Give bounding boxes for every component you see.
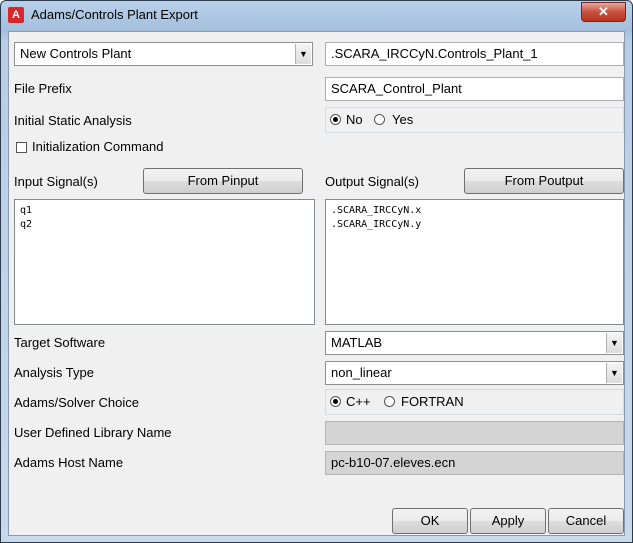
input-signals-list[interactable]: q1 q2	[14, 199, 315, 325]
target-software-label: Target Software	[14, 335, 106, 350]
radio-no-label[interactable]: No	[346, 112, 363, 127]
input-signals-label: Input Signal(s)	[14, 174, 98, 189]
solver-choice-label: Adams/Solver Choice	[14, 395, 139, 410]
host-name-label: Adams Host Name	[14, 455, 124, 470]
target-software-value: MATLAB	[331, 335, 383, 350]
chevron-down-icon[interactable]: ▼	[295, 44, 311, 64]
close-button[interactable]: ✕	[581, 2, 626, 22]
file-prefix-label: File Prefix	[14, 81, 72, 96]
initialization-command-checkbox[interactable]	[16, 142, 27, 153]
user-library-field	[325, 421, 624, 445]
initial-static-analysis-label: Initial Static Analysis	[14, 113, 132, 128]
radio-no[interactable]	[330, 114, 341, 125]
dialog-window: A Adams/Controls Plant Export ✕ New Cont…	[0, 0, 633, 543]
analysis-type-label: Analysis Type	[14, 365, 94, 380]
chevron-down-icon[interactable]: ▼	[606, 333, 622, 353]
plant-selector-dropdown[interactable]: New Controls Plant ▼	[14, 42, 313, 66]
file-prefix-field[interactable]: SCARA_Control_Plant	[325, 77, 624, 101]
solver-choice-radio-group: C++ FORTRAN	[325, 389, 624, 415]
analysis-type-value: non_linear	[331, 365, 392, 380]
radio-fortran[interactable]	[384, 396, 395, 407]
radio-yes-label[interactable]: Yes	[392, 112, 413, 127]
plant-selector-value: New Controls Plant	[20, 46, 132, 61]
title-bar[interactable]: A Adams/Controls Plant Export ✕	[1, 1, 632, 29]
apply-button[interactable]: Apply	[470, 508, 546, 534]
from-poutput-button[interactable]: From Poutput	[464, 168, 624, 194]
radio-cpp-label[interactable]: C++	[346, 394, 371, 409]
target-software-dropdown[interactable]: MATLAB ▼	[325, 331, 624, 355]
chevron-down-icon[interactable]: ▼	[606, 363, 622, 383]
radio-fortran-label[interactable]: FORTRAN	[401, 394, 464, 409]
output-signals-list[interactable]: .SCARA_IRCCyN.x .SCARA_IRCCyN.y	[325, 199, 624, 325]
list-item[interactable]: .SCARA_IRCCyN.y	[331, 218, 618, 232]
initialization-command-label[interactable]: Initialization Command	[32, 139, 164, 154]
analysis-type-dropdown[interactable]: non_linear ▼	[325, 361, 624, 385]
list-item[interactable]: q2	[20, 218, 309, 232]
radio-cpp[interactable]	[330, 396, 341, 407]
adams-app-icon: A	[8, 7, 24, 23]
cancel-button[interactable]: Cancel	[548, 508, 624, 534]
user-library-label: User Defined Library Name	[14, 425, 172, 440]
host-name-field: pc-b10-07.eleves.ecn	[325, 451, 624, 475]
dialog-client-area: New Controls Plant ▼ .SCARA_IRCCyN.Contr…	[8, 31, 625, 536]
output-signals-label: Output Signal(s)	[325, 174, 419, 189]
radio-yes[interactable]	[374, 114, 385, 125]
from-pinput-button[interactable]: From Pinput	[143, 168, 303, 194]
ok-button[interactable]: OK	[392, 508, 468, 534]
plant-name-field[interactable]: .SCARA_IRCCyN.Controls_Plant_1	[325, 42, 624, 66]
list-item[interactable]: .SCARA_IRCCyN.x	[331, 204, 618, 218]
initial-static-radio-group: No Yes	[325, 107, 624, 133]
window-title: Adams/Controls Plant Export	[31, 7, 198, 22]
list-item[interactable]: q1	[20, 204, 309, 218]
